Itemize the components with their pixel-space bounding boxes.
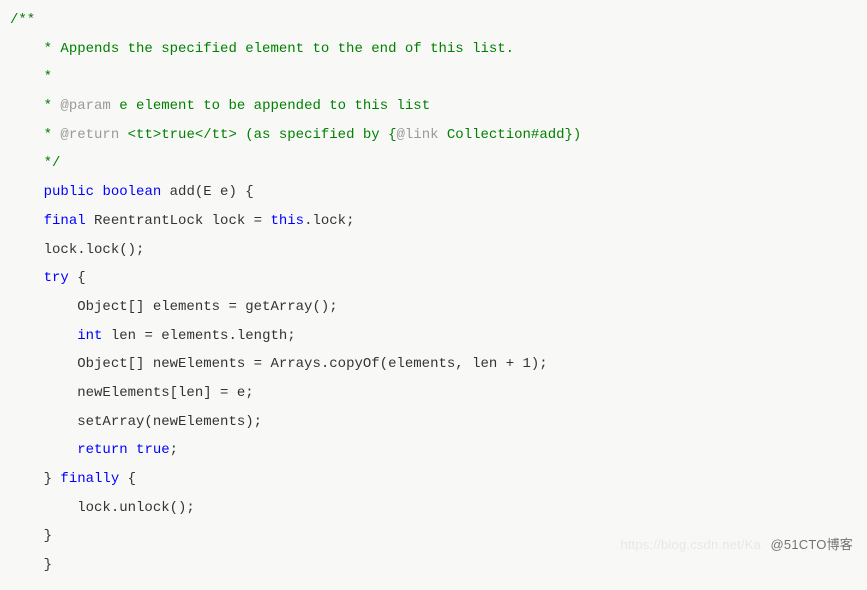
code-token: Object[] newElements = Arrays.copyOf(ele… [77,356,547,372]
code-token: true [136,442,170,458]
code-token: len = elements.length; [102,328,295,344]
code-token: @return [60,127,119,143]
code-token: ReentrantLock lock = [86,213,271,229]
watermark-faint: https://blog.csdn.net/Ka [620,532,761,559]
code-token: return [77,442,127,458]
code-token: ; [170,442,178,458]
code-token: { [69,270,86,286]
code-line: */ [10,149,857,178]
code-token: setArray(newElements); [77,414,262,430]
code-token: final [44,213,86,229]
code-line: try { [10,264,857,293]
code-token: lock.lock(); [44,242,145,258]
code-line: Object[] elements = getArray(); [10,293,857,322]
code-token: @param [60,98,110,114]
code-token: .lock; [304,213,354,229]
code-token: /** [10,12,35,28]
code-line: /** [10,6,857,35]
code-line: * [10,63,857,92]
code-line: * @return <tt>true</tt> (as specified by… [10,121,857,150]
code-line: final ReentrantLock lock = this.lock; [10,207,857,236]
code-token: } [44,557,52,573]
code-token: Object[] elements = getArray(); [77,299,337,315]
code-line: lock.lock(); [10,236,857,265]
code-token: boolean [102,184,161,200]
code-line: * Appends the specified element to the e… [10,35,857,64]
code-token: newElements[len] = e; [77,385,253,401]
code-token: * [44,69,52,85]
code-line: Object[] newElements = Arrays.copyOf(ele… [10,350,857,379]
code-token: lock.unlock(); [77,500,195,516]
code-token: * [44,98,61,114]
code-token: */ [44,155,61,171]
code-line: return true; [10,436,857,465]
code-token: <tt>true</tt> (as specified by { [119,127,396,143]
code-token: int [77,328,102,344]
code-line: } finally { [10,465,857,494]
code-line: setArray(newElements); [10,408,857,437]
code-token: this [270,213,304,229]
code-token: e element to be appended to this list [111,98,430,114]
code-token [128,442,136,458]
code-token: { [119,471,136,487]
code-token: public [44,184,94,200]
watermark-main: @51CTO博客 [771,532,853,559]
code-line: public boolean add(E e) { [10,178,857,207]
code-line: newElements[len] = e; [10,379,857,408]
code-line: lock.unlock(); [10,494,857,523]
code-token: finally [60,471,119,487]
code-block: /** * Appends the specified element to t… [0,0,867,590]
code-token: try [44,270,69,286]
code-line: int len = elements.length; [10,322,857,351]
code-token: * Appends the specified element to the e… [44,41,514,57]
code-token: * [44,127,61,143]
code-token: @link [396,127,438,143]
code-line: * @param e element to be appended to thi… [10,92,857,121]
code-token: } [44,471,61,487]
code-token: } [44,528,52,544]
code-token: add(E e) { [161,184,253,200]
code-token: Collection#add}) [439,127,582,143]
